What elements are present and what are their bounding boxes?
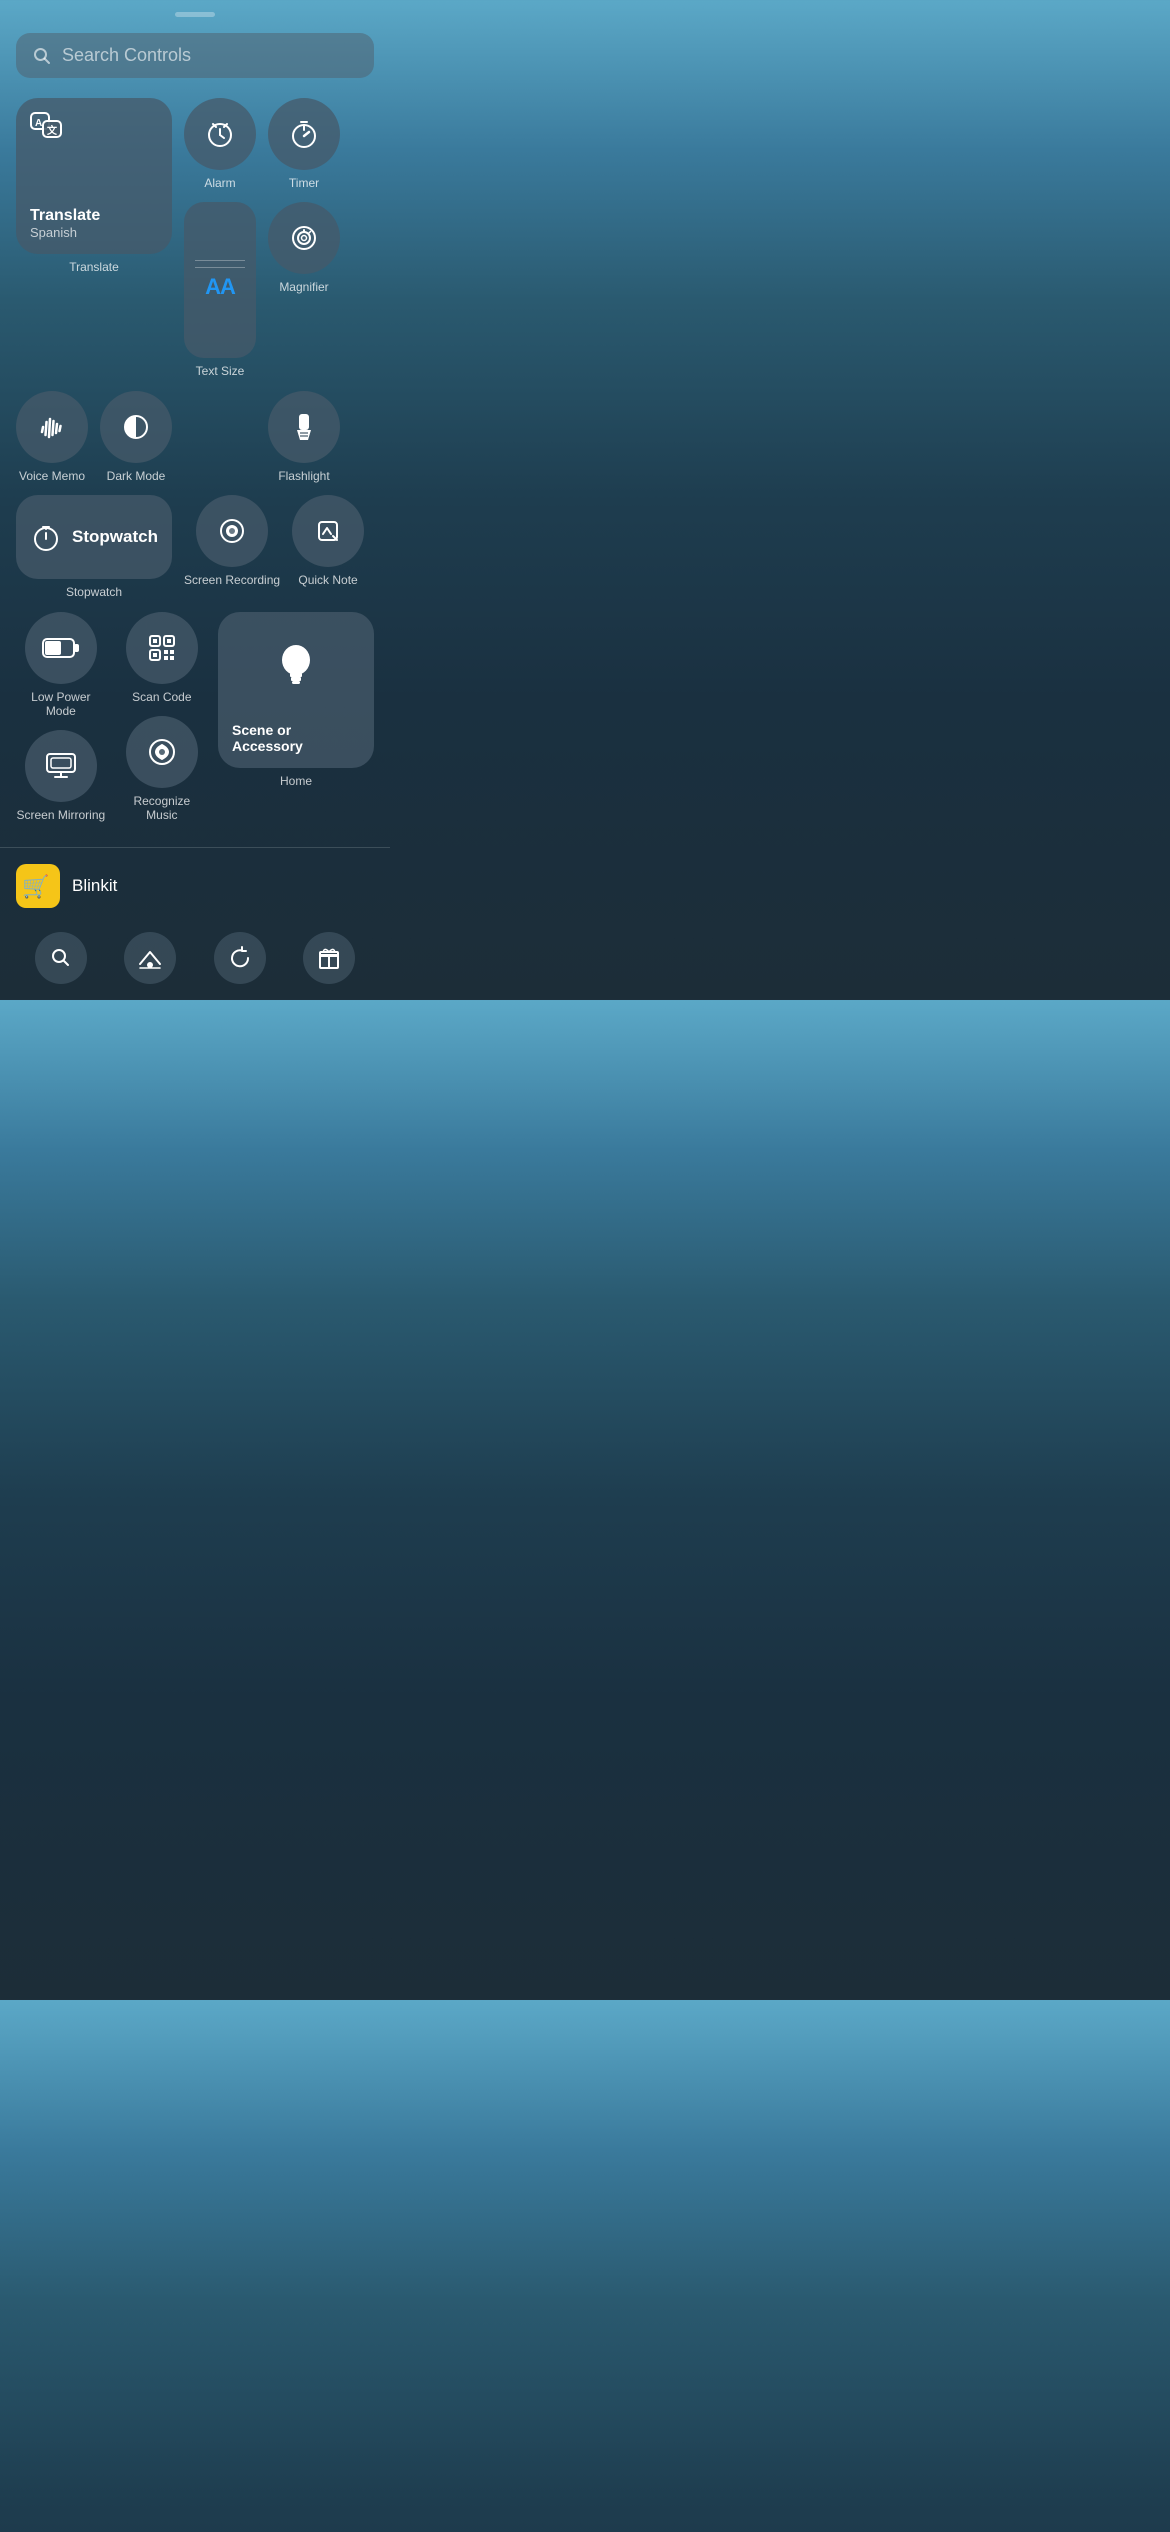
- stopwatch-inside-label: Stopwatch: [72, 527, 158, 547]
- flashlight-cell: Flashlight: [268, 391, 340, 483]
- search-icon: [32, 46, 52, 66]
- tab-gift-icon: [303, 932, 355, 984]
- recognizemusic-button[interactable]: [126, 716, 198, 788]
- alarm-button[interactable]: [184, 98, 256, 170]
- darkmode-button[interactable]: [100, 391, 172, 463]
- home-bulb-icon: [274, 640, 318, 694]
- textsize-aa: AA: [205, 274, 235, 300]
- left-col-row4: Low Power Mode Screen Mirroring: [16, 612, 106, 823]
- tab-search[interactable]: [35, 932, 87, 984]
- screenrecording-cell: Screen Recording: [184, 495, 280, 587]
- lowpower-label: Low Power Mode: [16, 690, 106, 719]
- row-4: Low Power Mode Screen Mirroring: [16, 612, 374, 823]
- flashlight-label: Flashlight: [278, 469, 329, 483]
- alarm-timer-row: Alarm Timer: [184, 98, 374, 190]
- textsize-cell: AA Text Size: [184, 202, 256, 378]
- translate-cell: A 文 Translate Spanish Translate: [16, 98, 172, 274]
- home-sublabel: Scene or Accessory: [232, 722, 360, 754]
- flashlight-button[interactable]: [268, 391, 340, 463]
- phone-container: Search Controls A 文 Translate: [0, 0, 390, 1000]
- search-placeholder: Search Controls: [62, 45, 191, 66]
- magnifier-cell: Magnifier: [268, 202, 340, 378]
- svg-text:文: 文: [47, 124, 58, 137]
- svg-text:A: A: [35, 118, 42, 129]
- lowpower-cell: Low Power Mode: [16, 612, 106, 719]
- blinkit-row: 🛒 Blinkit: [16, 864, 374, 924]
- quicknote-cell: Quick Note: [292, 495, 364, 587]
- textsize-label: Text Size: [196, 364, 245, 378]
- stopwatch-cell: Stopwatch Stopwatch: [16, 495, 172, 599]
- recognizemusic-label: Recognize Music: [118, 794, 206, 823]
- textsize-button[interactable]: AA: [184, 202, 256, 358]
- alarm-timer-group: Alarm Timer: [184, 98, 374, 379]
- tab-refresh-icon: [214, 932, 266, 984]
- bottom-bar: 🛒 Blinkit: [0, 847, 390, 1000]
- tab-gift[interactable]: [303, 932, 355, 984]
- mid-col-row4: Scan Code Recognize Music: [118, 612, 206, 823]
- translate-tile[interactable]: A 文 Translate Spanish: [16, 98, 172, 254]
- lowpower-button[interactable]: [25, 612, 97, 684]
- voicememo-button[interactable]: [16, 391, 88, 463]
- home-label: Home: [280, 774, 312, 788]
- search-bar[interactable]: Search Controls: [16, 33, 374, 78]
- recognizemusic-cell: Recognize Music: [118, 716, 206, 823]
- screenrecording-button[interactable]: [196, 495, 268, 567]
- home-cell: Scene or Accessory Home: [218, 612, 374, 788]
- tab-indicator[interactable]: [124, 932, 176, 984]
- quicknote-button[interactable]: [292, 495, 364, 567]
- scancode-cell: Scan Code: [118, 612, 206, 704]
- row-3: Stopwatch Stopwatch Screen Recording: [16, 495, 374, 599]
- tab-refresh[interactable]: [214, 932, 266, 984]
- quicknote-label: Quick Note: [298, 573, 357, 587]
- magnifier-button[interactable]: [268, 202, 340, 274]
- row-1: A 文 Translate Spanish Translate: [16, 98, 374, 379]
- darkmode-label: Dark Mode: [107, 469, 166, 483]
- screenmirror-button[interactable]: [25, 730, 97, 802]
- svg-text:🛒: 🛒: [22, 874, 49, 899]
- textsize-line1: [195, 260, 245, 261]
- alarm-label: Alarm: [204, 176, 235, 190]
- translate-icons: A 文: [30, 112, 158, 140]
- screenmirror-cell: Screen Mirroring: [16, 730, 106, 822]
- timer-button[interactable]: [268, 98, 340, 170]
- textsize-magnifier-row: AA Text Size: [184, 202, 374, 378]
- scancode-label: Scan Code: [132, 690, 191, 704]
- screenmirror-label: Screen Mirroring: [16, 808, 105, 822]
- voicememo-cell: Voice Memo: [16, 391, 88, 483]
- voicememo-label: Voice Memo: [19, 469, 85, 483]
- blinkit-name: Blinkit: [72, 876, 117, 896]
- timer-label: Timer: [289, 176, 319, 190]
- screenrecording-label: Screen Recording: [184, 573, 280, 587]
- drag-handle: [175, 12, 215, 17]
- translate-tile-text: Translate Spanish: [30, 207, 158, 240]
- magnifier-label: Magnifier: [279, 280, 328, 294]
- scancode-button[interactable]: [126, 612, 198, 684]
- row-2: Voice Memo Dark Mode: [16, 391, 374, 483]
- tab-bar: [16, 924, 374, 1000]
- stopwatch-button[interactable]: Stopwatch: [16, 495, 172, 579]
- timer-cell: Timer: [268, 98, 340, 190]
- blinkit-icon: 🛒: [16, 864, 60, 908]
- tab-search-icon: [35, 932, 87, 984]
- home-tile-labels: Scene or Accessory: [232, 722, 360, 754]
- textsize-line2: [195, 267, 245, 268]
- alarm-cell: Alarm: [184, 98, 256, 190]
- stopwatch-label: Stopwatch: [66, 585, 122, 599]
- home-button[interactable]: Scene or Accessory: [218, 612, 374, 768]
- tab-indicator-icon: [124, 932, 176, 984]
- translate-label: Translate: [69, 260, 119, 274]
- grid-container: A 文 Translate Spanish Translate: [0, 98, 390, 823]
- darkmode-cell: Dark Mode: [100, 391, 172, 483]
